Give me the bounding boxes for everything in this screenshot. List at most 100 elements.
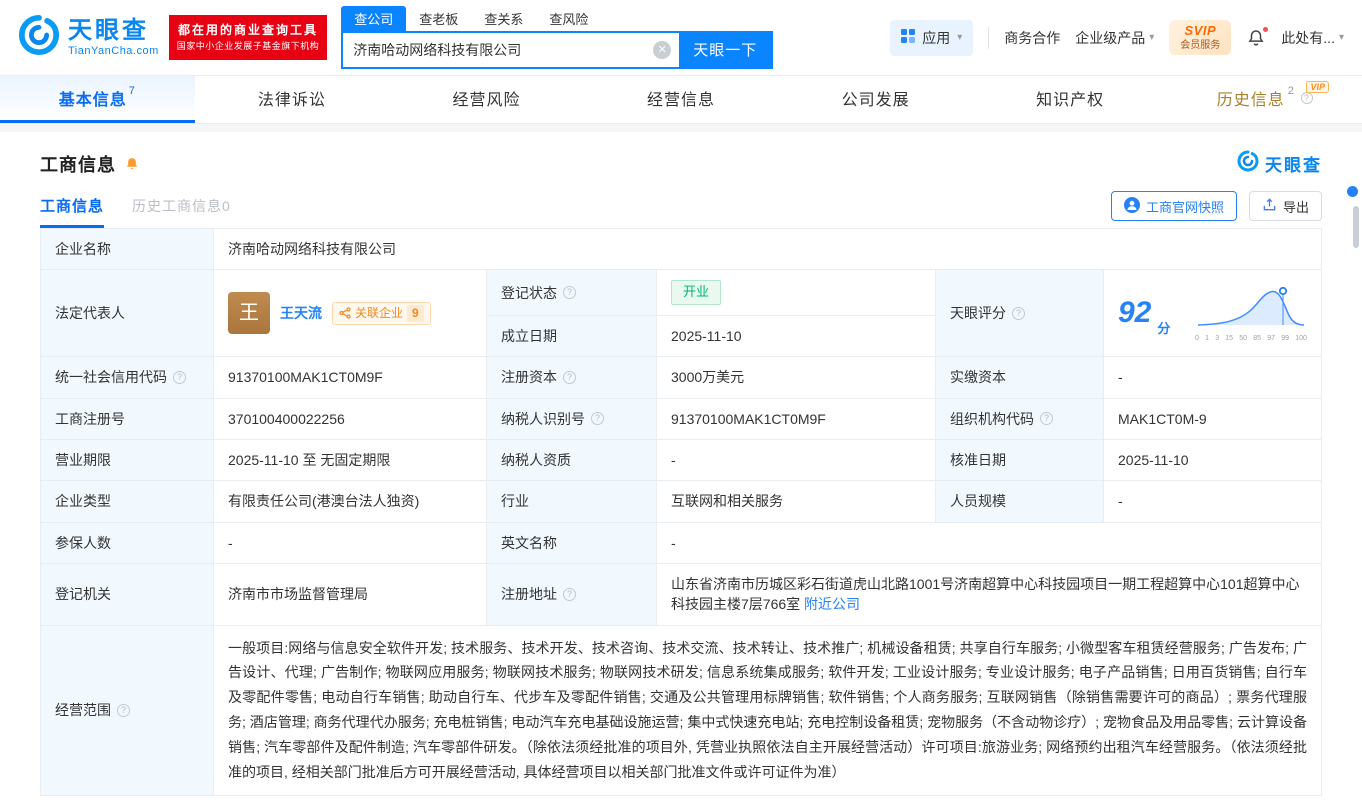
chevron-down-icon: ▾ [957, 32, 962, 43]
reg-status-label: 登记状态? [487, 270, 657, 316]
reg-number-label: 工商注册号 [41, 398, 214, 439]
taxpayer-id-value: 91370100MAK1CT0M9F [657, 398, 936, 439]
english-name-label: 英文名称 [487, 522, 657, 563]
business-info-table: 企业名称 济南哈动网络科技有限公司 法定代表人 王 王天流 关联企业 9 [40, 228, 1322, 796]
search-input[interactable] [343, 33, 653, 67]
approval-date-label: 核准日期 [936, 440, 1104, 481]
related-companies-badge[interactable]: 关联企业 9 [332, 302, 431, 325]
reg-status-value: 开业 [657, 270, 936, 316]
logo-text-cn: 天眼查 [68, 18, 159, 44]
staff-size-label: 人员规模 [936, 481, 1104, 522]
business-scope-text: 一般项目:网络与信息安全软件开发; 技术服务、技术开发、技术咨询、技术交流、技术… [228, 636, 1307, 785]
score-axis: 0131550859799100 [1195, 335, 1307, 342]
help-icon[interactable]: ? [563, 588, 576, 601]
search-tab-risk[interactable]: 查风险 [536, 6, 601, 31]
table-row: 营业期限 2025-11-10 至 无固定期限 纳税人资质 - 核准日期 202… [41, 440, 1322, 481]
apps-menu[interactable]: 应用 ▾ [890, 20, 973, 56]
help-icon[interactable]: ? [117, 704, 130, 717]
company-section-tabs: 基本信息 7 法律诉讼 经营风险 经营信息 公司发展 知识产权 历史信息 2 ?… [0, 76, 1362, 124]
legal-rep-name-link[interactable]: 王天流 [280, 303, 322, 323]
tab-legal-proceedings[interactable]: 法律诉讼 [195, 76, 390, 123]
search-button[interactable]: 天眼一下 [679, 33, 771, 67]
biz-cooperation-link[interactable]: 商务合作 [1004, 28, 1060, 48]
svip-label: SVIP [1180, 23, 1220, 40]
help-icon[interactable]: ? [563, 286, 576, 299]
approval-date-value: 2025-11-10 [1104, 440, 1322, 481]
relation-graph-icon [339, 307, 351, 319]
watermark-logo-text: 天眼查 [1265, 151, 1322, 176]
staff-size-value: - [1104, 481, 1322, 522]
snapshot-badge-icon [1124, 197, 1140, 216]
paid-capital-value: - [1104, 357, 1322, 398]
divider [988, 27, 989, 49]
notification-dot [1262, 26, 1269, 33]
user-menu[interactable]: 此处有... ▾ [1281, 28, 1344, 48]
search-tab-company[interactable]: 查公司 [341, 6, 406, 31]
taxpayer-id-label: 纳税人识别号? [487, 398, 657, 439]
tianyancha-swirl-icon [18, 14, 60, 61]
help-icon[interactable]: ? [1301, 92, 1313, 104]
help-icon[interactable]: ? [591, 412, 604, 425]
table-row: 登记机关 济南市市场监督管理局 注册地址? 山东省济南市历城区彩石街道虎山北路1… [41, 563, 1322, 625]
legal-rep-avatar[interactable]: 王 [228, 292, 270, 334]
paid-capital-label: 实缴资本 [936, 357, 1104, 398]
slogan-line2: 国家中小企业发展子基金旗下机构 [177, 40, 320, 54]
table-row: 企业类型 有限责任公司(港澳台法人独资) 行业 互联网和相关服务 人员规模 - [41, 481, 1322, 522]
export-button[interactable]: 导出 [1249, 191, 1322, 221]
tab-company-development-label: 公司发展 [842, 86, 910, 110]
apps-grid-icon [901, 29, 915, 46]
floating-widget-button[interactable] [1347, 186, 1358, 197]
establish-date-value: 2025-11-10 [657, 316, 936, 357]
svip-membership-badge[interactable]: SVIP 会员服务 [1169, 20, 1231, 56]
search-box: ✕ 天眼一下 [341, 31, 773, 69]
credit-code-value: 91370100MAK1CT0M9F [214, 357, 487, 398]
reg-capital-value: 3000万美元 [657, 357, 936, 398]
org-code-label: 组织机构代码? [936, 398, 1104, 439]
industry-label: 行业 [487, 481, 657, 522]
enterprise-products-label: 企业级产品 [1075, 28, 1145, 48]
establish-date-label: 成立日期 [487, 316, 657, 357]
tab-operation-risk[interactable]: 经营风险 [389, 76, 584, 123]
score-marker-pin [1280, 288, 1286, 294]
tianyancha-swirl-icon [1237, 150, 1259, 177]
legal-rep-cell: 王 王天流 关联企业 9 [214, 270, 487, 357]
tab-operation-info[interactable]: 经营信息 [584, 76, 779, 123]
scrollbar-thumb[interactable] [1353, 206, 1359, 248]
subtab-history-business-info[interactable]: 历史工商信息0 [132, 196, 231, 228]
reg-authority-value: 济南市市场监督管理局 [214, 563, 487, 625]
tab-basic-info[interactable]: 基本信息 7 [0, 76, 195, 123]
tab-basic-info-count: 7 [129, 85, 136, 97]
tianyancha-logo[interactable]: 天眼查 TianYanCha.com [18, 14, 159, 61]
search-tab-boss[interactable]: 查老板 [406, 6, 471, 31]
help-icon[interactable]: ? [563, 371, 576, 384]
company-name-label: 企业名称 [41, 229, 214, 270]
help-icon[interactable]: ? [173, 371, 186, 384]
reg-capital-label: 注册资本? [487, 357, 657, 398]
nearby-companies-link[interactable]: 附近公司 [804, 596, 860, 612]
score-label: 天眼评分? [936, 270, 1104, 357]
company-type-label: 企业类型 [41, 481, 214, 522]
industry-value: 互联网和相关服务 [657, 481, 936, 522]
help-icon[interactable]: ? [1012, 307, 1025, 320]
tab-history-info-label: 历史信息 [1217, 86, 1285, 110]
slogan-line1: 都在用的商业查询工具 [177, 21, 320, 40]
tab-company-development[interactable]: 公司发展 [778, 76, 973, 123]
tab-history-info-count: 2 [1288, 85, 1295, 97]
search-tab-relation[interactable]: 查关系 [471, 6, 536, 31]
org-code-value: MAK1CT0M-9 [1104, 398, 1322, 439]
status-badge: 开业 [671, 280, 721, 305]
subscribe-bell-icon[interactable] [124, 156, 140, 172]
chevron-down-icon: ▾ [1149, 32, 1154, 43]
tab-intellectual-property[interactable]: 知识产权 [973, 76, 1168, 123]
help-icon[interactable]: ? [1040, 412, 1053, 425]
watermark-logo: 天眼查 [1237, 150, 1322, 177]
tab-history-info[interactable]: 历史信息 2 ? VIP [1167, 76, 1362, 123]
enterprise-products-menu[interactable]: 企业级产品 ▾ [1075, 28, 1154, 48]
official-snapshot-button[interactable]: 工商官网快照 [1111, 191, 1237, 221]
table-row: 法定代表人 王 王天流 关联企业 9 登记状态? [41, 270, 1322, 316]
official-snapshot-label: 工商官网快照 [1146, 197, 1224, 216]
notification-bell[interactable] [1246, 28, 1266, 48]
address-label: 注册地址? [487, 563, 657, 625]
clear-search-icon[interactable]: ✕ [653, 41, 671, 59]
subtab-current-business-info[interactable]: 工商信息 [40, 195, 104, 228]
